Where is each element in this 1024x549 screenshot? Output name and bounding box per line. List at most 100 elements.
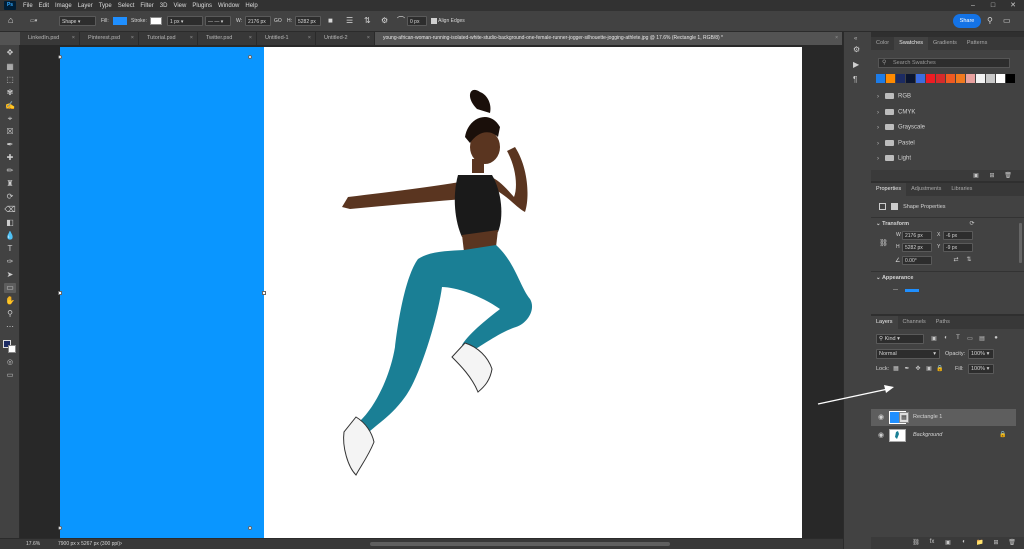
move-tool-icon[interactable]: ✥: [4, 48, 16, 58]
new-group-icon[interactable]: 📁: [975, 539, 985, 546]
link-layers-icon[interactable]: ⛓: [911, 539, 921, 546]
eyedropper-tool-icon[interactable]: ✒: [4, 140, 16, 150]
close-icon[interactable]: ×: [308, 32, 311, 45]
tab-pinterest[interactable]: Pinterest.psd ×: [80, 32, 139, 45]
tab-layers[interactable]: Layers: [871, 316, 898, 329]
kind-filter-select[interactable]: ⚲ Kind ▾: [876, 334, 924, 344]
path-alignment-icon[interactable]: ☰: [346, 16, 353, 26]
swatch[interactable]: [936, 74, 945, 83]
reset-icon[interactable]: ⟳: [967, 220, 977, 227]
rectangle-tool-icon[interactable]: ▭: [4, 283, 16, 293]
corner-radius-field[interactable]: 0 px: [407, 16, 427, 26]
swatch[interactable]: [946, 74, 955, 83]
swatch[interactable]: [956, 74, 965, 83]
menu-select[interactable]: Select: [115, 3, 138, 9]
menu-file[interactable]: File: [20, 3, 36, 9]
close-icon[interactable]: ×: [367, 32, 370, 45]
filter-toggle-icon[interactable]: ●: [991, 335, 1001, 341]
tool-preset-icon[interactable]: ▭▾: [30, 16, 37, 26]
eye-icon[interactable]: ◉: [876, 409, 886, 426]
tab-twitter[interactable]: Twitter.psd ×: [198, 32, 257, 45]
zoom-level[interactable]: 17.6%: [26, 539, 40, 549]
menu-3d[interactable]: 3D: [157, 3, 171, 9]
fill-swatch[interactable]: —: [893, 287, 898, 293]
close-icon[interactable]: ✕: [1003, 0, 1023, 11]
flip-horizontal-icon[interactable]: ⇄: [951, 256, 961, 263]
fill-field[interactable]: 100% ▾: [968, 364, 994, 374]
tab-adjustments[interactable]: Adjustments: [906, 183, 946, 196]
add-mask-icon[interactable]: ▣: [943, 539, 953, 546]
history-brush-icon[interactable]: ⟳: [4, 192, 16, 202]
lock-all-icon[interactable]: 🔒: [935, 365, 945, 372]
tab-color[interactable]: Color: [871, 37, 894, 50]
swatch[interactable]: [1006, 74, 1015, 83]
lock-transparent-icon[interactable]: ▦: [891, 365, 901, 372]
swatch[interactable]: [886, 74, 895, 83]
adjustment-filter-icon[interactable]: ◐: [941, 335, 951, 341]
smart-filter-icon[interactable]: ▤: [977, 335, 987, 342]
height-field[interactable]: 5282 px: [295, 16, 321, 26]
height-field[interactable]: 5282 px: [902, 243, 932, 252]
transform-handle[interactable]: [58, 55, 62, 59]
flip-vertical-icon[interactable]: ⇅: [964, 256, 974, 263]
close-icon[interactable]: ×: [249, 32, 252, 45]
vertical-scrollbar[interactable]: [1019, 223, 1022, 263]
pixel-filter-icon[interactable]: ▣: [929, 335, 939, 342]
align-edges-checkbox[interactable]: Align Edges: [431, 16, 465, 26]
close-icon[interactable]: ×: [72, 32, 75, 45]
menu-view[interactable]: View: [170, 3, 189, 9]
corner-radius-icon[interactable]: ⌒: [397, 16, 405, 26]
hand-tool-icon[interactable]: ✋: [4, 296, 16, 306]
menu-window[interactable]: Window: [215, 3, 242, 9]
pen-tool-icon[interactable]: ✑: [4, 257, 16, 267]
swatch[interactable]: [986, 74, 995, 83]
healing-brush-icon[interactable]: ✚: [4, 153, 16, 163]
search-swatches-input[interactable]: ⚲ Search Swatches: [878, 58, 1010, 68]
paragraph-panel-icon[interactable]: ¶: [853, 75, 857, 84]
menu-image[interactable]: Image: [52, 3, 75, 9]
search-icon[interactable]: ⚲: [987, 16, 993, 26]
status-chevron-icon[interactable]: ›: [120, 539, 122, 549]
lasso-tool-icon[interactable]: ✾: [4, 88, 16, 98]
maximize-icon[interactable]: □: [983, 0, 1003, 11]
new-group-icon[interactable]: ▣: [971, 172, 981, 179]
swatch[interactable]: [976, 74, 985, 83]
close-icon[interactable]: ×: [190, 32, 193, 45]
tool-mode-select[interactable]: Shape ▾: [59, 16, 96, 26]
swatch-folder-cmyk[interactable]: › CMYK: [877, 109, 915, 116]
eraser-tool-icon[interactable]: ⌫: [4, 205, 16, 215]
eye-icon[interactable]: ◉: [876, 427, 886, 444]
actions-panel-icon[interactable]: ▶: [853, 60, 859, 69]
tab-properties[interactable]: Properties: [871, 183, 907, 196]
screen-mode-icon[interactable]: ▭: [4, 371, 16, 381]
clone-stamp-icon[interactable]: ♜: [4, 179, 16, 189]
quick-select-tool-icon[interactable]: ✍: [4, 101, 16, 111]
tab-active-document[interactable]: young-african-woman-running-isolated-whi…: [375, 32, 843, 45]
history-panel-icon[interactable]: ⚙: [853, 45, 860, 54]
transform-handle[interactable]: [58, 526, 62, 530]
angle-field[interactable]: 0.00°: [902, 256, 932, 265]
share-button[interactable]: Share: [953, 14, 981, 28]
transform-handle[interactable]: [248, 526, 252, 530]
stroke-type-select[interactable]: — — ▾: [205, 16, 231, 26]
swatch[interactable]: [926, 74, 935, 83]
tab-channels[interactable]: Channels: [898, 316, 931, 329]
gradient-tool-icon[interactable]: ◧: [4, 218, 16, 228]
transform-handle[interactable]: [58, 291, 62, 295]
fill-swatch[interactable]: [113, 16, 127, 26]
close-icon[interactable]: ×: [835, 32, 838, 45]
type-filter-icon[interactable]: T: [953, 335, 963, 341]
trash-icon[interactable]: 🗑: [1007, 539, 1017, 546]
swatch[interactable]: [916, 74, 925, 83]
horizontal-scrollbar[interactable]: [370, 542, 670, 546]
type-tool-icon[interactable]: T: [4, 244, 16, 254]
swatch-folder-light[interactable]: › Light: [877, 155, 911, 162]
x-field[interactable]: -6 px: [943, 231, 973, 240]
menu-plugins[interactable]: Plugins: [189, 3, 215, 9]
new-layer-icon[interactable]: ⊞: [991, 539, 1001, 546]
tab-libraries[interactable]: Libraries: [946, 183, 977, 196]
tab-gradients[interactable]: Gradients: [928, 37, 962, 50]
more-tools-icon[interactable]: ⋯: [4, 322, 16, 332]
swatch-folder-pastel[interactable]: › Pastel: [877, 140, 915, 147]
minimize-icon[interactable]: –: [963, 0, 983, 11]
